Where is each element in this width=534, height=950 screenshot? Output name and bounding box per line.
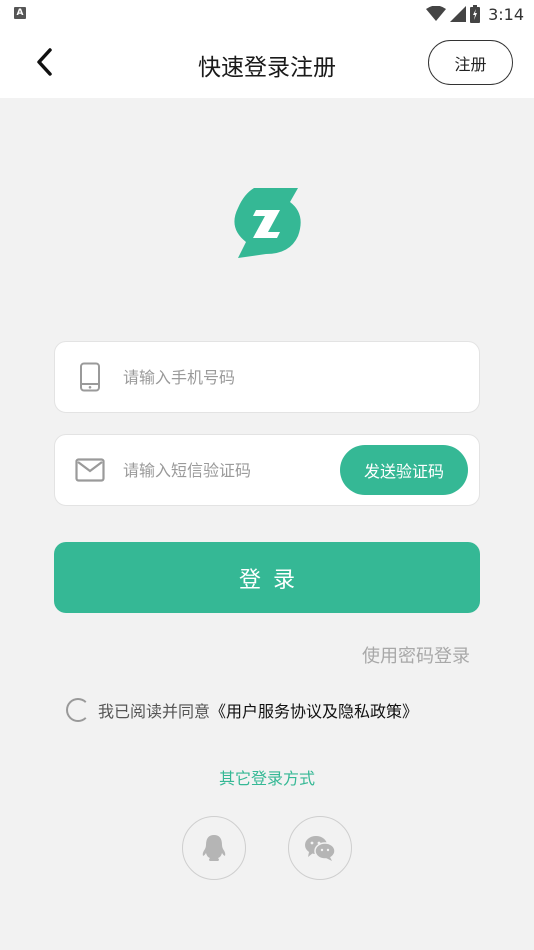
phone-input[interactable] [123, 342, 383, 412]
wifi-icon [426, 6, 447, 21]
header: 快速登录注册 注册 [0, 28, 534, 98]
mail-icon [75, 455, 105, 485]
agreement-checkbox[interactable] [66, 698, 90, 722]
wechat-login-button[interactable] [288, 816, 352, 880]
agreement: 我已阅读并同意 《用户服务协议及隐私政策》 [66, 697, 418, 723]
back-button[interactable] [26, 44, 62, 80]
qq-login-button[interactable] [182, 816, 246, 880]
status-icons: 3:14 [426, 3, 524, 25]
agreement-prefix: 我已阅读并同意 [98, 702, 211, 721]
phone-field [54, 341, 480, 413]
other-login-title: 其它登录方式 [218, 769, 315, 788]
send-code-button[interactable]: 发送验证码 [340, 445, 468, 495]
status-bar: A 3:14 [0, 0, 534, 28]
chevron-left-icon [37, 48, 52, 76]
app-logo [232, 184, 304, 260]
battery-icon [470, 5, 481, 23]
agreement-link[interactable]: 《用户服务协议及隐私政策》 [210, 698, 418, 722]
notification-icon: A [14, 7, 26, 19]
login-button[interactable]: 登录 [54, 542, 480, 613]
qq-icon [202, 835, 226, 861]
phone-icon [75, 362, 105, 392]
app-logo-icon [234, 188, 301, 258]
wechat-icon [305, 836, 336, 861]
sms-code-field: 发送验证码 [54, 434, 480, 506]
status-time: 3:14 [488, 4, 524, 24]
password-login-link[interactable]: 使用密码登录 [362, 642, 470, 668]
register-button[interactable]: 注册 [428, 40, 513, 85]
signal-icon [450, 6, 467, 22]
